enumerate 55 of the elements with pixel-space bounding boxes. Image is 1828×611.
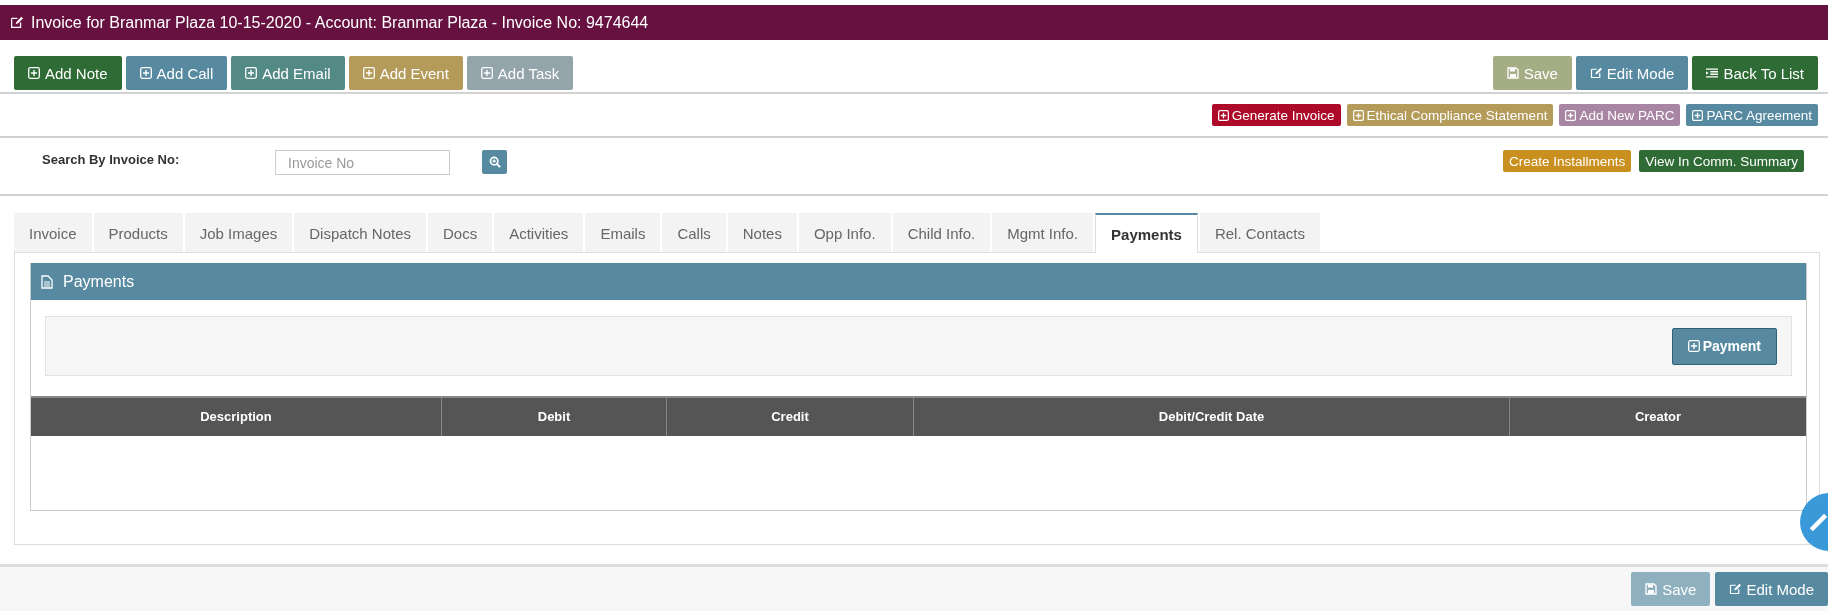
page-button[interactable]: Edit Mode bbox=[1575, 56, 1689, 90]
panel-title: Payments bbox=[63, 272, 135, 291]
plus-box-icon bbox=[1352, 109, 1364, 121]
plus-box-icon bbox=[1687, 340, 1700, 352]
plus-box-icon bbox=[1692, 109, 1704, 121]
plus-box-icon bbox=[245, 67, 258, 79]
pencil-icon bbox=[1808, 511, 1828, 533]
invoice-action-button[interactable]: Add New PARC bbox=[1559, 104, 1681, 126]
plus-box-icon bbox=[480, 67, 493, 79]
tab[interactable]: Emails bbox=[585, 213, 661, 252]
column-header: Creator bbox=[1509, 398, 1806, 436]
tab[interactable]: Payments bbox=[1095, 213, 1198, 253]
summary-button[interactable]: View In Comm. Summary bbox=[1639, 150, 1804, 172]
tab[interactable]: Dispatch Notes bbox=[294, 213, 426, 252]
page-title: Invoice for Branmar Plaza 10-15-2020 - Account: Branmar Plaza - Invoice No: 9474644 bbox=[31, 13, 649, 32]
tab[interactable]: Invoice bbox=[14, 213, 92, 252]
plus-box-icon bbox=[362, 67, 375, 79]
add-button[interactable]: Add Email bbox=[231, 56, 345, 90]
add-button[interactable]: Add Call bbox=[125, 56, 228, 90]
tab[interactable]: Docs bbox=[428, 213, 493, 252]
add-button[interactable]: Add Event bbox=[348, 56, 463, 90]
tab[interactable]: Products bbox=[93, 213, 183, 252]
column-header: Debit/Credit Date bbox=[913, 398, 1509, 436]
invoice-action-button[interactable]: Ethical Compliance Statement bbox=[1346, 104, 1554, 126]
page-button[interactable]: Back To List bbox=[1692, 56, 1818, 90]
summary-button[interactable]: Create Installments bbox=[1502, 150, 1632, 172]
column-header: Credit bbox=[666, 398, 913, 436]
tab[interactable]: Notes bbox=[727, 213, 797, 252]
edit-icon bbox=[10, 16, 23, 29]
tab[interactable]: Activities bbox=[494, 213, 584, 252]
zoom-in-icon bbox=[488, 156, 501, 168]
search-button[interactable] bbox=[482, 150, 507, 174]
search-label: Search By Invoice No: bbox=[42, 151, 181, 167]
plus-box-icon bbox=[1217, 109, 1229, 121]
footer-button[interactable]: Edit Mode bbox=[1715, 572, 1828, 606]
tab[interactable]: Opp Info. bbox=[798, 213, 891, 252]
invoice-search-field[interactable]: Invoice No bbox=[275, 150, 450, 175]
invoice-action-button[interactable]: PARC Agreement bbox=[1686, 104, 1818, 126]
add-payment-button[interactable]: Payment bbox=[1671, 327, 1777, 365]
tab[interactable]: Mgmt Info. bbox=[992, 213, 1094, 252]
plus-box-icon bbox=[28, 67, 40, 79]
tab[interactable]: Calls bbox=[662, 213, 726, 252]
document-icon bbox=[41, 274, 53, 289]
list-icon bbox=[1706, 67, 1719, 79]
add-button[interactable]: Add Note bbox=[14, 56, 122, 90]
column-header: Description bbox=[199, 408, 273, 426]
plus-box-icon bbox=[1565, 109, 1577, 121]
tab[interactable]: Child Info. bbox=[892, 213, 991, 252]
tab[interactable]: Rel. Contacts bbox=[1199, 213, 1320, 252]
edit-icon bbox=[1589, 67, 1602, 79]
edit-icon bbox=[1729, 583, 1742, 595]
column-header: Debit bbox=[441, 398, 666, 436]
tab[interactable]: Job Images bbox=[184, 213, 293, 252]
invoice-action-button[interactable]: Generate Invoice bbox=[1211, 104, 1341, 126]
plus-box-icon bbox=[139, 67, 152, 79]
